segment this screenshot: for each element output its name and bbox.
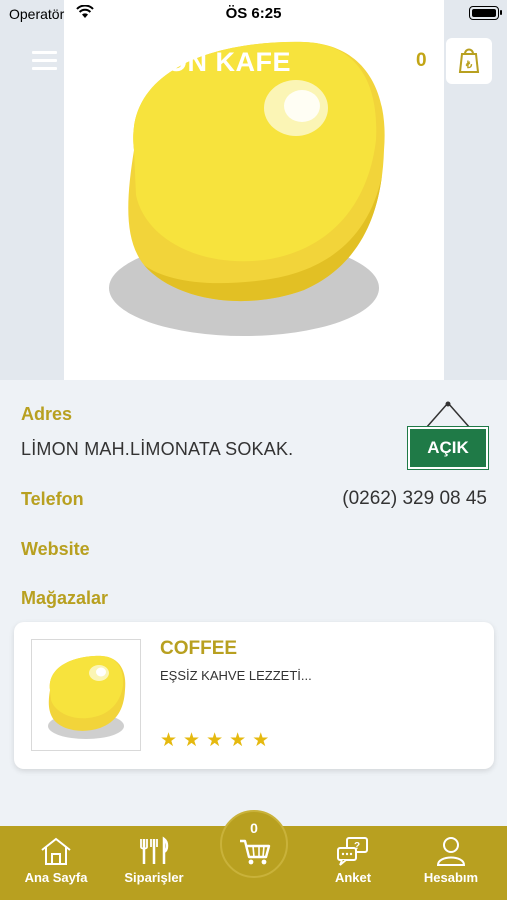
website-label[interactable]: Website	[21, 539, 90, 560]
tab-orders-label: Siparişler	[124, 870, 184, 885]
star-icon: ★	[183, 730, 201, 751]
tab-survey-label: Anket	[334, 870, 372, 885]
status-bar: Operatör ÖS 6:25	[0, 0, 507, 28]
cart-button[interactable]: 0	[220, 810, 288, 878]
tab-home[interactable]: Ana Sayfa	[6, 836, 106, 885]
phone-value[interactable]: (0262) 329 08 45	[342, 488, 487, 510]
tab-home-label: Ana Sayfa	[24, 870, 88, 885]
tab-orders[interactable]: Siparişler	[104, 836, 204, 885]
store-description: EŞSİZ KAHVE LEZZETİ...	[160, 668, 312, 683]
star-icon: ★	[252, 730, 270, 751]
store-card[interactable]: COFFEE EŞSİZ KAHVE LEZZETİ... ★ ★ ★ ★ ★	[14, 622, 494, 769]
star-icon: ★	[229, 730, 247, 751]
cutlery-icon	[140, 836, 169, 864]
star-icon: ★	[160, 730, 178, 751]
clock: ÖS 6:25	[225, 5, 282, 22]
cart-count: 0	[250, 820, 258, 836]
menu-button[interactable]	[32, 51, 57, 71]
open-status-badge: AÇIK	[407, 426, 489, 470]
cart-icon	[240, 839, 271, 865]
stores-label: Mağazalar	[21, 588, 109, 608]
address-value: LİMON MAH.LİMONATA SOKAK.	[21, 439, 294, 459]
home-icon	[41, 837, 71, 865]
hero-banner: LİMON KAFE 0 ₺	[0, 0, 507, 380]
tab-survey[interactable]: ? Anket	[303, 836, 403, 885]
svg-text:₺: ₺	[465, 60, 473, 71]
tab-account-label: Hesabım	[423, 870, 479, 885]
phone-label: Telefon	[21, 489, 84, 509]
store-name: COFFEE	[160, 638, 238, 659]
shopping-bag-icon: ₺	[458, 48, 480, 73]
store-thumbnail	[31, 639, 141, 751]
lemon-thumbnail-image	[48, 655, 126, 739]
store-rating: ★ ★ ★ ★ ★	[160, 731, 269, 751]
star-icon: ★	[206, 730, 224, 751]
shopping-bag-button[interactable]: ₺	[446, 38, 492, 84]
header-cart-count: 0	[416, 50, 427, 71]
battery-icon	[469, 6, 502, 20]
tab-account[interactable]: Hesabım	[401, 836, 501, 885]
sign-hanger-icon	[425, 401, 471, 429]
address-label: Adres	[21, 404, 73, 424]
survey-chat-icon: ?	[337, 837, 368, 866]
shop-title: LİMON KAFE	[150, 47, 291, 77]
open-status-sign: AÇIK	[407, 400, 490, 472]
user-icon	[436, 837, 466, 866]
